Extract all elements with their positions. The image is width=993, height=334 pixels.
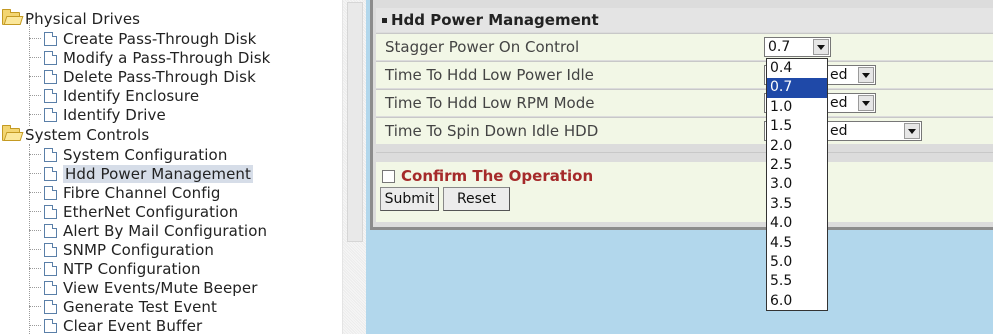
page-icon — [44, 223, 57, 238]
checkbox-icon[interactable] — [382, 169, 395, 183]
page-icon — [44, 204, 57, 219]
option[interactable]: 2.0 — [767, 137, 827, 156]
tree-item-clear-event-buffer[interactable]: Clear Event Buffer — [29, 316, 202, 334]
setting-label: Time To Hdd Low Power Idle — [385, 66, 594, 84]
option[interactable]: 5.0 — [767, 253, 827, 272]
page-icon — [44, 261, 57, 276]
tree-item-identify-enclosure[interactable]: Identify Enclosure — [29, 86, 199, 105]
tree-item-label: Identify Drive — [63, 105, 166, 124]
tree-group-physical-drives[interactable]: Physical Drives — [2, 9, 140, 28]
option[interactable]: 0.4 — [767, 59, 827, 78]
page-icon — [44, 31, 57, 46]
stagger-power-options-list[interactable]: 0.4 0.7 1.0 1.5 2.0 2.5 3.0 3.5 4.0 4.5 … — [766, 58, 828, 311]
tree-item-label: Generate Test Event — [63, 297, 218, 316]
tree-item-label: Create Pass-Through Disk — [63, 29, 257, 48]
option[interactable]: 2.5 — [767, 156, 827, 175]
page-icon — [44, 107, 57, 122]
tree-item-system-configuration[interactable]: System Configuration — [29, 145, 227, 164]
tree-group-label: System Controls — [25, 125, 150, 144]
tree-item-label: Fibre Channel Config — [63, 183, 221, 202]
tree-item-delete-pass-through-disk[interactable]: Delete Pass-Through Disk — [29, 67, 256, 86]
page-icon — [44, 318, 57, 333]
setting-label: Time To Hdd Low RPM Mode — [385, 94, 595, 112]
tree-item-label: Clear Event Buffer — [63, 316, 203, 334]
option-selected[interactable]: 0.7 — [767, 78, 827, 98]
page-icon — [44, 69, 57, 84]
tree-item-label: Identify Enclosure — [63, 86, 200, 105]
setting-row-low-power-idle: Time To Hdd Low Power Idle — [376, 61, 993, 88]
page-icon — [44, 299, 57, 314]
tree-item-label: SNMP Configuration — [63, 240, 215, 259]
submit-button[interactable]: Submit — [380, 187, 439, 211]
page-icon — [44, 185, 57, 200]
option[interactable]: 5.5 — [767, 272, 827, 291]
tree-item-label: System Configuration — [63, 145, 228, 164]
hdd-power-management-panel: Hdd Power Management Stagger Power On Co… — [370, 0, 993, 230]
tree-group-label: Physical Drives — [25, 9, 141, 28]
page-icon — [44, 147, 57, 162]
chevron-down-icon[interactable] — [904, 123, 920, 139]
tree-item-label: Modify a Pass-Through Disk — [63, 48, 271, 67]
tree-item-label: View Events/Mute Beeper — [63, 278, 258, 297]
select-value: ed — [830, 95, 848, 111]
stagger-power-select[interactable]: 0.7 — [764, 37, 831, 57]
setting-row-low-rpm-mode: Time To Hdd Low RPM Mode — [376, 89, 993, 116]
tree-item-label: EtherNet Configuration — [63, 202, 239, 221]
chevron-down-icon[interactable] — [858, 95, 874, 111]
select-value: ed — [830, 67, 848, 83]
option[interactable]: 3.5 — [767, 195, 827, 214]
tree-item-modify-pass-through-disk[interactable]: Modify a Pass-Through Disk — [29, 48, 270, 67]
panel-title: Hdd Power Management — [376, 8, 993, 32]
option[interactable]: 1.5 — [767, 117, 827, 136]
select-value: 0.7 — [768, 39, 791, 55]
open-folder-icon — [2, 9, 20, 25]
tree-item-create-pass-through-disk[interactable]: Create Pass-Through Disk — [29, 29, 256, 48]
separator — [376, 152, 993, 162]
tree-item-hdd-power-management[interactable]: Hdd Power Management — [29, 164, 254, 183]
content-area: Hdd Power Management Stagger Power On Co… — [366, 0, 993, 334]
setting-label: Stagger Power On Control — [385, 38, 580, 56]
page-icon — [44, 50, 57, 65]
tree-item-identify-drive[interactable]: Identify Drive — [29, 105, 166, 124]
tree-item-label: Delete Pass-Through Disk — [63, 67, 256, 86]
tree-scrollbar[interactable] — [342, 0, 366, 334]
tree-item-label: NTP Configuration — [63, 259, 201, 278]
tree-item-label: Alert By Mail Configuration — [63, 221, 268, 240]
reset-button[interactable]: Reset — [443, 187, 510, 211]
confirm-operation-checkbox[interactable]: Confirm The Operation — [382, 167, 593, 185]
confirm-label: Confirm The Operation — [401, 167, 594, 185]
setting-row-stagger-power-on: Stagger Power On Control — [376, 33, 993, 60]
tree-item-snmp-configuration[interactable]: SNMP Configuration — [29, 240, 214, 259]
option[interactable]: 4.0 — [767, 214, 827, 233]
confirm-area: Confirm The Operation Submit Reset — [376, 162, 993, 222]
option[interactable]: 1.0 — [767, 98, 827, 117]
setting-label: Time To Spin Down Idle HDD — [385, 122, 599, 140]
tree-item-view-events-mute-beeper[interactable]: View Events/Mute Beeper — [29, 278, 258, 297]
option[interactable]: 3.0 — [767, 175, 827, 194]
tree-item-alert-by-mail-configuration[interactable]: Alert By Mail Configuration — [29, 221, 267, 240]
option[interactable]: 6.0 — [767, 292, 827, 311]
page-icon — [44, 280, 57, 295]
tree-item-ethernet-configuration[interactable]: EtherNet Configuration — [29, 202, 238, 221]
select-value: ed — [830, 123, 848, 139]
chevron-down-icon[interactable] — [858, 67, 874, 83]
tree-item-fibre-channel-config[interactable]: Fibre Channel Config — [29, 183, 221, 202]
tree-item-ntp-configuration[interactable]: NTP Configuration — [29, 259, 201, 278]
page-icon — [44, 88, 57, 103]
page-icon — [44, 242, 57, 257]
panel-title-text: Hdd Power Management — [391, 11, 599, 29]
tree-item-label: Hdd Power Management — [63, 164, 254, 183]
bullet-icon — [382, 17, 387, 23]
scrollbar-thumb[interactable] — [347, 2, 363, 242]
page-icon — [44, 166, 57, 181]
chevron-down-icon[interactable] — [813, 39, 829, 55]
open-folder-icon — [2, 125, 20, 141]
option[interactable]: 4.5 — [767, 234, 827, 253]
tree-item-generate-test-event[interactable]: Generate Test Event — [29, 297, 217, 316]
tree-group-system-controls[interactable]: System Controls — [2, 125, 149, 144]
navigation-tree: Physical Drives Create Pass-Through Disk… — [0, 0, 342, 334]
